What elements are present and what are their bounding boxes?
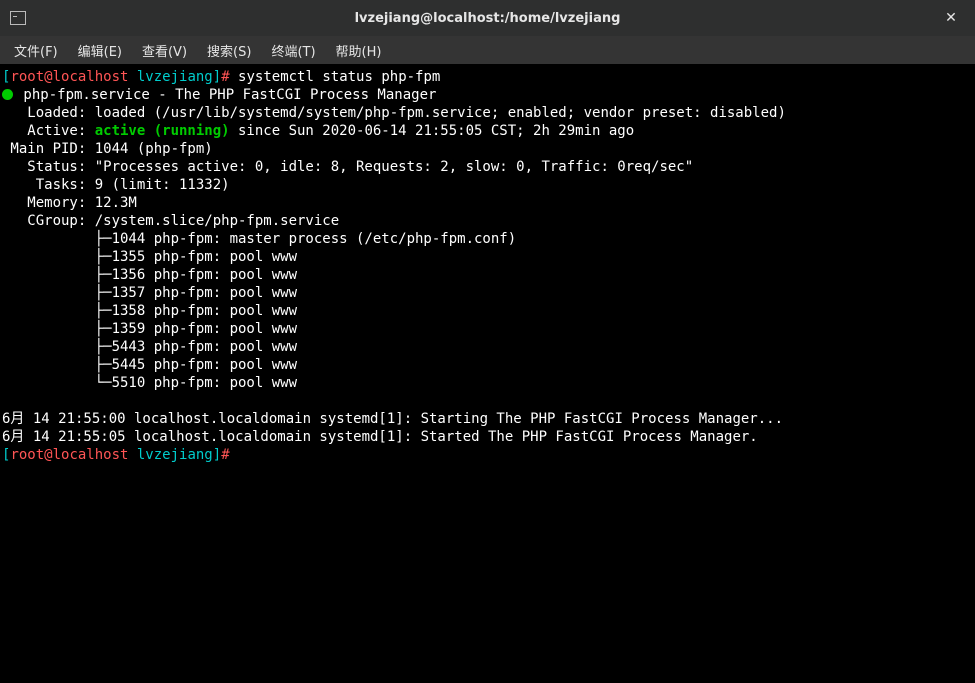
svc-tasks: Tasks: 9 (limit: 11332) [2,177,230,193]
svc-loaded: Loaded: loaded (/usr/lib/systemd/system/… [2,105,786,121]
close-icon: ✕ [945,10,957,26]
svc-proc-1: ├─1044 php-fpm: master process (/etc/php… [2,231,516,247]
svc-title: php-fpm.service - The PHP FastCGI Proces… [15,87,436,103]
menu-file[interactable]: 文件(F) [4,37,68,64]
window-title: lvzejiang@localhost:/home/lvzejiang [0,11,975,26]
svc-cgroup: CGroup: /system.slice/php-fpm.service [2,213,339,229]
menubar: 文件(F) 编辑(E) 查看(V) 搜索(S) 终端(T) 帮助(H) [0,36,975,64]
svc-active-label: Active: [2,123,95,139]
log-line-2: 6月 14 21:55:05 localhost.localdomain sys… [2,429,758,445]
menu-edit[interactable]: 编辑(E) [68,37,132,64]
svc-mainpid: Main PID: 1044 (php-fpm) [2,141,213,157]
svc-proc-9: └─5510 php-fpm: pool www [2,375,297,391]
svc-proc-4: ├─1357 php-fpm: pool www [2,285,297,301]
svc-active-since: since Sun 2020-06-14 21:55:05 CST; 2h 29… [230,123,635,139]
svc-proc-8: ├─5445 php-fpm: pool www [2,357,297,373]
command-text: systemctl status php-fpm [238,69,440,85]
prompt-bracket-r: ] [213,69,221,85]
svc-active-value: active (running) [95,123,230,139]
terminal-output[interactable]: [root@localhost lvzejiang]# systemctl st… [0,64,975,683]
svc-proc-7: ├─5443 php-fpm: pool www [2,339,297,355]
menu-search[interactable]: 搜索(S) [197,37,261,64]
svc-proc-5: ├─1358 php-fpm: pool www [2,303,297,319]
svc-proc-6: ├─1359 php-fpm: pool www [2,321,297,337]
menu-view[interactable]: 查看(V) [132,37,197,64]
prompt2-bracket-r: ] [213,447,221,463]
log-line-1: 6月 14 21:55:00 localhost.localdomain sys… [2,411,783,427]
prompt2-user: root@localhost [10,447,128,463]
prompt2-hash: # [221,447,238,463]
titlebar-left [0,11,26,25]
prompt-user: root@localhost [10,69,128,85]
svc-proc-2: ├─1355 php-fpm: pool www [2,249,297,265]
menu-terminal[interactable]: 终端(T) [261,37,325,64]
menu-help[interactable]: 帮助(H) [326,37,392,64]
svc-status: Status: "Processes active: 0, idle: 8, R… [2,159,693,175]
svc-memory: Memory: 12.3M [2,195,137,211]
prompt-hash: # [221,69,238,85]
svc-proc-3: ├─1356 php-fpm: pool www [2,267,297,283]
prompt-path: lvzejiang [128,69,212,85]
prompt2-path: lvzejiang [128,447,212,463]
window-titlebar: lvzejiang@localhost:/home/lvzejiang ✕ [0,0,975,36]
close-button[interactable]: ✕ [939,0,963,36]
status-dot-icon [2,89,13,100]
terminal-icon [10,11,26,25]
